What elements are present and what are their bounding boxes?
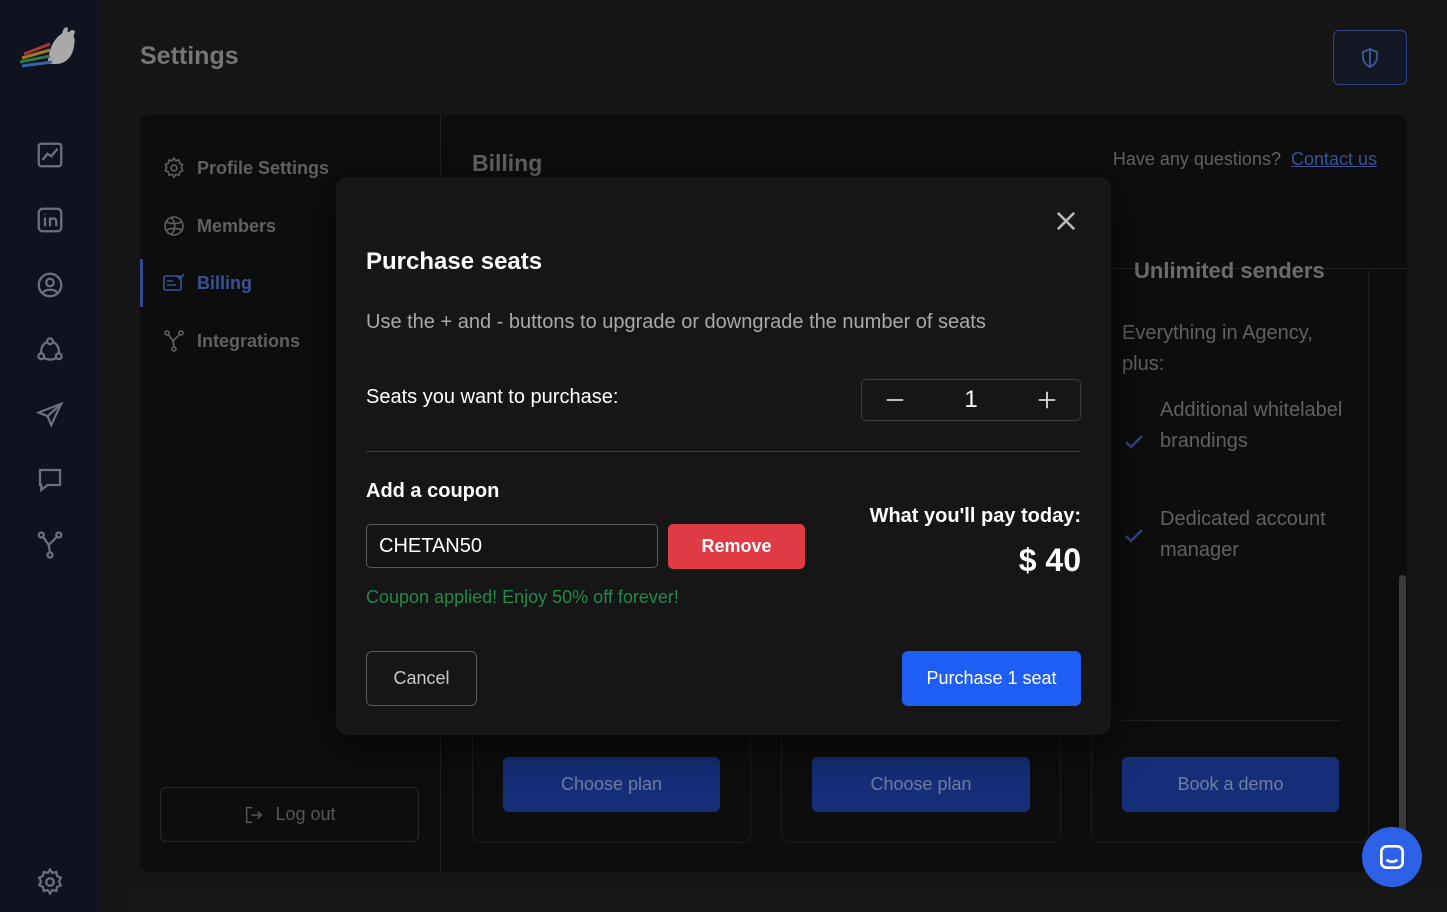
cancel-button[interactable]: Cancel — [366, 651, 477, 706]
coupon-input[interactable] — [366, 524, 658, 568]
minus-icon — [886, 399, 904, 401]
remove-coupon-button[interactable]: Remove — [668, 524, 805, 569]
seats-value[interactable]: 1 — [928, 386, 1014, 414]
coupon-label: Add a coupon — [366, 480, 500, 502]
plus-icon — [1038, 391, 1056, 409]
seats-label: Seats you want to purchase: — [366, 386, 619, 408]
close-button[interactable] — [1052, 207, 1080, 235]
coupon-success-message: Coupon applied! Enjoy 50% off forever! — [366, 587, 679, 607]
modal-divider — [366, 451, 1081, 452]
purchase-button[interactable]: Purchase 1 seat — [902, 651, 1081, 706]
purchase-seats-modal: Purchase seats Use the + and - buttons t… — [336, 177, 1111, 735]
modal-description: Use the + and - buttons to upgrade or do… — [366, 311, 986, 333]
increment-button[interactable] — [1014, 380, 1080, 420]
decrement-button[interactable] — [862, 380, 928, 420]
seats-stepper: 1 — [861, 379, 1081, 421]
pay-today-label: What you'll pay today: — [869, 505, 1081, 527]
pay-today-amount: $ 40 — [1018, 542, 1081, 578]
close-icon — [1056, 211, 1076, 231]
chat-widget-button[interactable] — [1362, 827, 1422, 887]
chat-icon — [1380, 845, 1404, 869]
modal-title: Purchase seats — [366, 248, 543, 275]
